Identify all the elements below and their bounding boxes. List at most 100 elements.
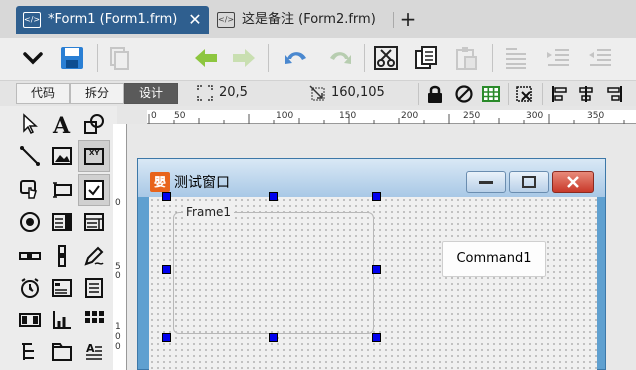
drive-list-tool[interactable]: [46, 272, 78, 304]
toolbar-divider: [364, 44, 365, 72]
shapes-icon: [84, 114, 104, 134]
grid-dots-icon: [85, 311, 104, 323]
position-readout: 20,5: [219, 85, 248, 100]
folder-tool[interactable]: [46, 336, 78, 368]
new-tab-button[interactable]: +: [398, 7, 418, 31]
copy-file-button[interactable]: [103, 42, 135, 74]
data-tool[interactable]: [14, 304, 46, 336]
align-left-button[interactable]: [549, 83, 571, 105]
maximize-button[interactable]: [509, 171, 549, 193]
resize-handle[interactable]: [162, 192, 171, 201]
listbox-icon: [84, 213, 104, 231]
grid-toggle-button[interactable]: [480, 83, 502, 105]
resize-handle[interactable]: [372, 192, 381, 201]
disable-button[interactable]: [453, 83, 475, 105]
toolbar-divider: [492, 44, 493, 72]
minimize-button[interactable]: [466, 171, 506, 193]
outdent-button[interactable]: [584, 42, 616, 74]
main-toolbar: [0, 38, 636, 80]
save-button[interactable]: [56, 42, 88, 74]
close-tab-icon[interactable]: ✕: [185, 6, 205, 34]
tab-split[interactable]: 拆分: [70, 83, 124, 104]
size-icon: [309, 85, 325, 101]
toolbar-divider: [508, 83, 509, 105]
forward-button[interactable]: [228, 42, 260, 74]
rich-text-tool[interactable]: A: [78, 336, 110, 368]
horizontal-ruler: 0 50 100 150 200 250 300 350: [147, 110, 636, 124]
maximize-icon: [522, 176, 536, 188]
button-tool[interactable]: [14, 174, 46, 206]
shape-tool[interactable]: [78, 108, 110, 140]
file-list-icon: [85, 278, 103, 298]
resize-handle[interactable]: [162, 265, 171, 274]
checkbox-tool[interactable]: [78, 174, 110, 206]
back-button[interactable]: [190, 42, 222, 74]
redo-button[interactable]: [324, 42, 356, 74]
tab-divider: [393, 12, 394, 28]
ruler-label: 100: [276, 111, 294, 121]
paste-button[interactable]: [450, 42, 482, 74]
drive-list-icon: [52, 279, 72, 297]
command-button[interactable]: Command1: [442, 241, 546, 277]
lock-button[interactable]: [424, 83, 446, 105]
svg-text:A: A: [86, 342, 95, 355]
timer-tool[interactable]: [14, 272, 46, 304]
hscroll-tool[interactable]: [14, 240, 46, 272]
close-window-button[interactable]: [552, 171, 594, 193]
listbox-tool[interactable]: [78, 206, 110, 238]
mode-bar: 代码 拆分 设计 20,5 160,105: [0, 80, 636, 106]
frame-control[interactable]: [173, 212, 374, 334]
file-list-tool[interactable]: [78, 272, 110, 304]
frame-tool[interactable]: XY: [78, 140, 110, 172]
align-text-button[interactable]: [500, 42, 532, 74]
radio-icon: [20, 212, 40, 232]
tab-form2[interactable]: </> 这是备注 (Form2.frm): [210, 6, 390, 34]
vertical-ruler: 0 5 0 1 0 0: [113, 124, 127, 370]
toolbar-divider: [542, 83, 543, 105]
tab-order-button[interactable]: [513, 83, 535, 105]
tab-design[interactable]: 设计: [124, 83, 178, 104]
copy-icon: [415, 46, 437, 69]
tab-code[interactable]: 代码: [16, 83, 70, 104]
image-tool[interactable]: [46, 140, 78, 172]
cut-button[interactable]: [370, 42, 402, 74]
copy-button[interactable]: [410, 42, 442, 74]
resize-handle[interactable]: [269, 333, 278, 342]
copy-file-icon: [110, 47, 129, 70]
resize-handle[interactable]: [372, 333, 381, 342]
resize-handle[interactable]: [162, 333, 171, 342]
resize-handle[interactable]: [269, 192, 278, 201]
chart-tool[interactable]: [46, 304, 78, 336]
undo-button[interactable]: [280, 42, 312, 74]
pen-tool[interactable]: [78, 240, 110, 272]
indent-icon: [547, 49, 569, 66]
cut-icon: [374, 46, 398, 70]
tab-form1[interactable]: </> *Form1 (Form1.frm) ✕: [16, 6, 209, 34]
resize-handle[interactable]: [372, 265, 381, 274]
line-tool[interactable]: [14, 140, 46, 172]
indent-button[interactable]: [542, 42, 574, 74]
tab-label: *Form1 (Form1.frm): [48, 12, 178, 27]
pointer-tool[interactable]: [14, 108, 46, 140]
label-tool[interactable]: A: [46, 108, 78, 140]
outdent-icon: [589, 49, 611, 66]
frame-xy-icon: XY: [84, 148, 104, 165]
textbox-tool[interactable]: [46, 174, 78, 206]
checkbox-icon: [84, 180, 104, 200]
grid-tool[interactable]: [78, 304, 110, 336]
menu-dropdown-button[interactable]: [17, 42, 49, 74]
toolbar-divider: [97, 44, 98, 72]
close-icon: [567, 176, 579, 188]
vscroll-tool[interactable]: [46, 240, 78, 272]
combobox-icon: [52, 213, 72, 231]
align-center-button[interactable]: [575, 83, 597, 105]
data-control-icon: [19, 313, 41, 327]
toolbar-divider: [418, 83, 419, 105]
tree-tool[interactable]: [14, 336, 46, 368]
tree-view-icon: [22, 343, 34, 360]
align-right-button[interactable]: [603, 83, 625, 105]
combobox-tool[interactable]: [46, 206, 78, 238]
radio-tool[interactable]: [14, 206, 46, 238]
ruler-label: 0: [115, 271, 121, 281]
align-right-icon: [607, 86, 622, 102]
